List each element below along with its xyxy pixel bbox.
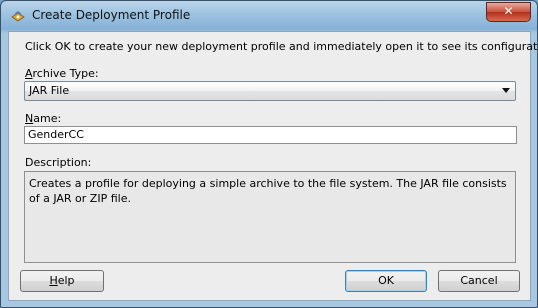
description-text: Creates a profile for deploying a simple… [24,171,516,263]
name-label: Name: [25,112,61,125]
title-bar[interactable]: Create Deployment Profile ✕ [1,1,537,31]
name-input[interactable]: GenderCC [24,126,517,144]
ok-button[interactable]: OK [345,270,427,292]
close-button[interactable]: ✕ [486,2,531,22]
archive-type-label-rest: rchive Type: [32,67,99,80]
dialog-body: Click OK to create your new deployment p… [8,31,537,301]
close-icon: ✕ [503,4,514,18]
deployment-profile-icon [11,11,25,22]
help-button[interactable]: Help [20,270,104,292]
instruction-text: Click OK to create your new deployment p… [25,40,538,53]
dialog-window: Create Deployment Profile ✕ Click OK to … [0,0,538,308]
description-label: Description: [25,156,92,169]
window-title: Create Deployment Profile [32,8,191,22]
archive-type-label: Archive Type: [25,67,99,80]
name-mnemonic: N [25,112,34,125]
archive-type-select[interactable]: JAR File [24,81,516,101]
name-label-rest: ame: [33,112,62,125]
chevron-down-icon[interactable] [502,88,510,93]
archive-type-value: JAR File [29,84,70,97]
help-label-rest: elp [57,274,75,287]
help-mnemonic: H [49,274,58,287]
cancel-button[interactable]: Cancel [438,270,520,292]
archive-type-mnemonic: A [25,67,33,80]
